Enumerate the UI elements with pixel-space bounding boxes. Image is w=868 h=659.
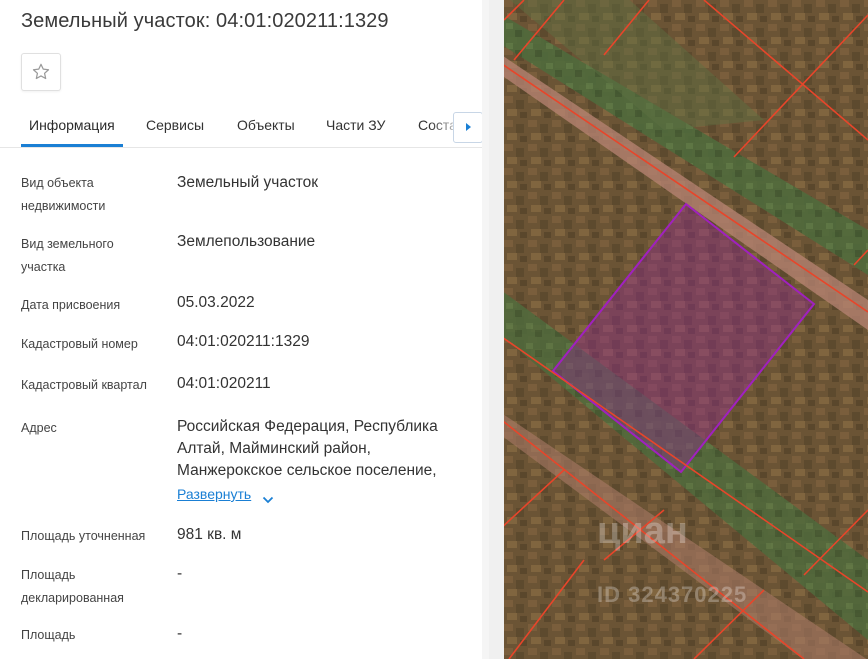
- field-value-cadastral-number: 04:01:020211:1329: [177, 333, 310, 350]
- field-value-assignment-date: 05.03.2022: [177, 294, 255, 311]
- tab-bar: Информация Сервисы Объекты Части ЗУ Сост…: [0, 108, 489, 148]
- field-label-land-type: Вид земельного участка: [21, 237, 114, 274]
- satellite-map[interactable]: циан ID 324370225: [504, 0, 868, 659]
- tab-land-parts[interactable]: Части ЗУ: [326, 117, 385, 133]
- field-label-object-type: Вид объекта недвижимости: [21, 176, 106, 213]
- page-title: Земельный участок: 04:01:020211:1329: [21, 10, 389, 32]
- field-label-area-refined: Площадь уточненная: [21, 529, 146, 543]
- field-label-address: Адрес: [21, 421, 57, 435]
- tabs-next-button[interactable]: [453, 112, 483, 143]
- tab-services[interactable]: Сервисы: [146, 117, 204, 133]
- field-label-cadastral-number: Кадастровый номер: [21, 337, 138, 351]
- panel-scrollbar[interactable]: [482, 0, 489, 659]
- field-value-area-refined: 981 кв. м: [177, 526, 242, 543]
- tab-objects[interactable]: Объекты: [237, 117, 295, 133]
- field-label-area-declared: Площадь декларированная: [21, 568, 124, 605]
- field-value-object-type: Земельный участок: [177, 174, 319, 191]
- active-tab-indicator: [21, 144, 123, 147]
- field-value-area-declared: -: [177, 565, 183, 582]
- field-value-cadastral-quarter: 04:01:020211: [177, 375, 271, 392]
- expand-address-link[interactable]: Развернуть: [177, 486, 251, 502]
- tab-information[interactable]: Информация: [29, 117, 115, 133]
- chevron-down-icon[interactable]: [262, 491, 274, 509]
- info-panel: Земельный участок: 04:01:020211:1329 Инф…: [0, 0, 489, 659]
- field-value-area: -: [177, 625, 183, 642]
- field-label-area: Площадь: [21, 628, 76, 642]
- chevron-right-icon: [464, 119, 472, 137]
- field-label-cadastral-quarter: Кадастровый квартал: [21, 378, 147, 392]
- field-value-land-type: Землепользование: [177, 233, 316, 250]
- panel-divider: [489, 0, 504, 659]
- field-label-assignment-date: Дата присвоения: [21, 298, 121, 312]
- favorite-button[interactable]: [21, 53, 61, 91]
- star-icon: [31, 62, 51, 82]
- map-canvas: [504, 0, 868, 659]
- field-value-address: Российская Федерация, Республика Алтай, …: [177, 418, 438, 479]
